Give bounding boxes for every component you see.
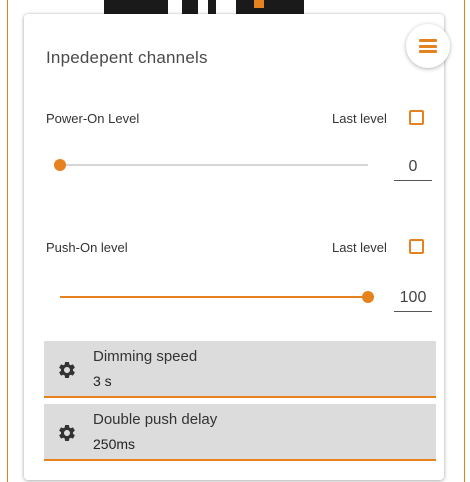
push-on-value-field[interactable]: 100 — [394, 285, 432, 312]
gear-icon — [59, 361, 75, 378]
double-push-delay-label: Double push delay — [93, 411, 218, 428]
push-on-level-label: Push-On level — [46, 240, 128, 255]
push-on-last-level-label: Last level — [332, 240, 387, 255]
push-on-slider-thumb[interactable] — [362, 291, 374, 303]
menu-button[interactable] — [406, 24, 450, 68]
dimming-speed-setting[interactable]: Dimming speed 3 s — [44, 341, 436, 398]
power-on-level-label: Power-On Level — [46, 111, 140, 126]
push-on-slider-fill — [60, 296, 368, 298]
power-on-slider-thumb[interactable] — [54, 159, 66, 171]
frame-border-left — [7, 0, 8, 482]
frame-border-right — [464, 0, 465, 482]
dimming-speed-label: Dimming speed — [93, 348, 198, 365]
power-on-value-field[interactable]: 0 — [394, 154, 432, 181]
power-on-last-level-label: Last level — [332, 111, 387, 126]
channel-settings-card: Inpedepent channels Power-On Level Last … — [24, 14, 444, 480]
dimming-speed-value: 3 s — [93, 373, 112, 389]
double-push-delay-value: 250ms — [93, 436, 136, 452]
gear-icon — [59, 424, 75, 441]
push-on-last-level-checkbox[interactable] — [409, 239, 424, 254]
card-title: Inpedepent channels — [46, 48, 208, 67]
power-on-slider-track — [60, 164, 368, 166]
power-on-last-level-checkbox[interactable] — [409, 110, 424, 125]
double-push-delay-setting[interactable]: Double push delay 250ms — [44, 404, 436, 461]
hamburger-menu-icon — [419, 39, 437, 53]
